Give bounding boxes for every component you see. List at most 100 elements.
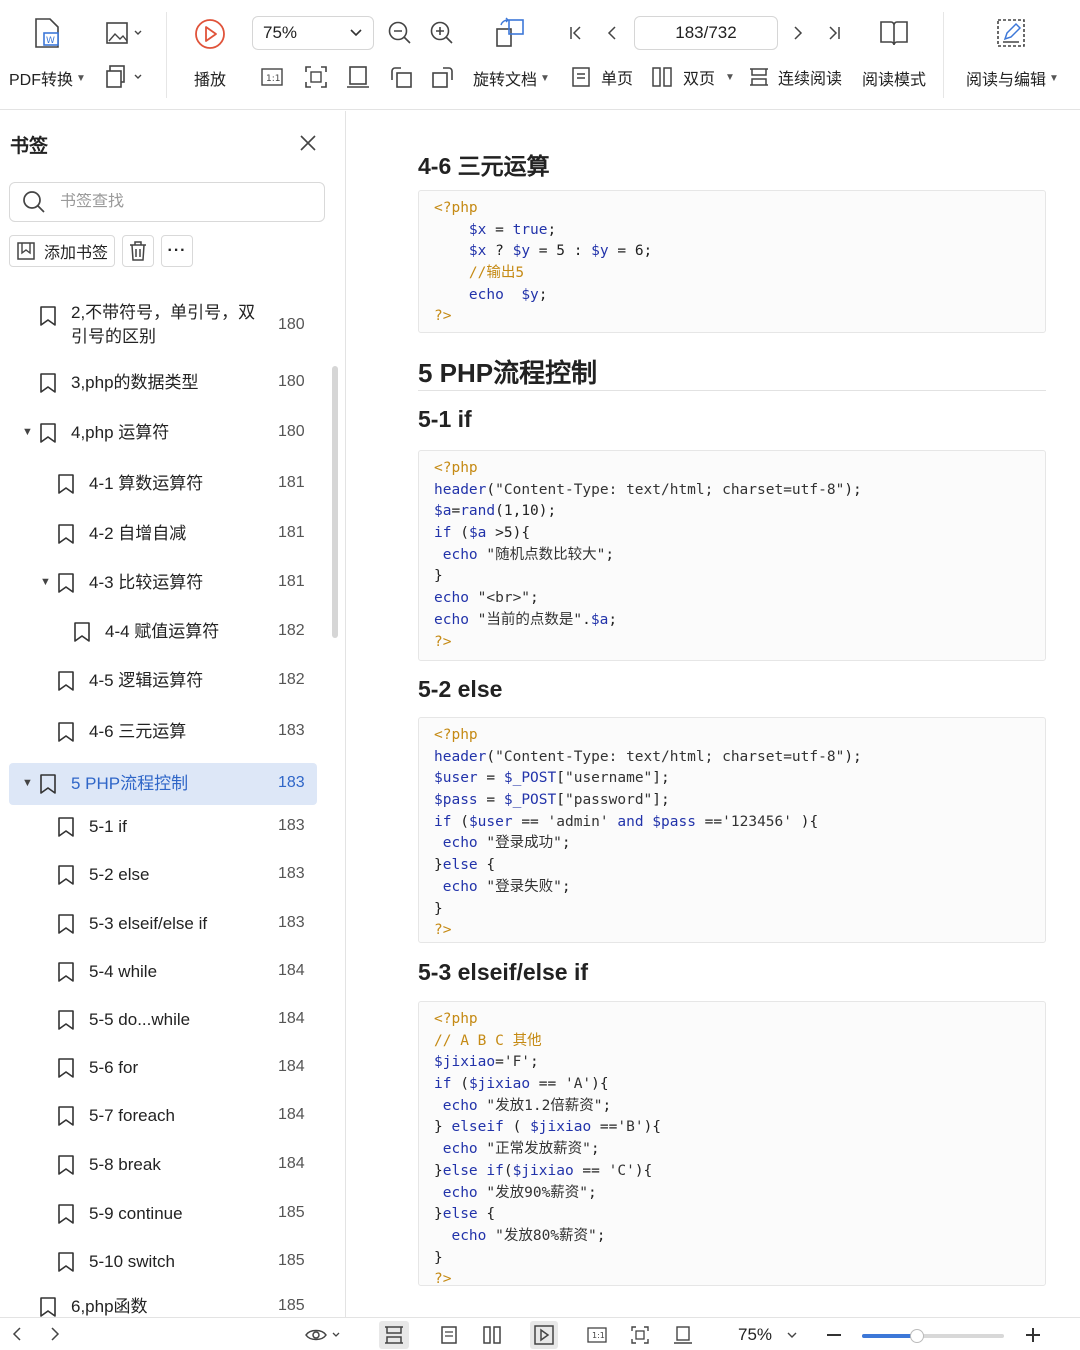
extract-pages-icon[interactable]: [102, 62, 146, 92]
code-line: echo "随机点数比较大";: [442, 546, 615, 563]
code-line: }: [434, 1249, 443, 1266]
rotate-left-icon[interactable]: [387, 63, 415, 91]
actual-size-icon[interactable]: 1:1: [586, 1325, 608, 1345]
eye-icon[interactable]: [304, 1325, 344, 1345]
bookmark-icon: [58, 865, 74, 885]
bookmark-item[interactable]: 4-2 自增自减 181: [0, 514, 330, 554]
toolbar: W PDF转换 ▼ 播放 75% 1:1 旋转文档 ▼ 183/732 单页 双…: [0, 0, 1080, 110]
code-line: header("Content-Type: text/html; charset…: [434, 748, 862, 765]
expand-arrow-icon[interactable]: ▼: [22, 426, 33, 438]
more-icon: ···: [167, 242, 187, 259]
rotate-right-icon[interactable]: [429, 63, 457, 91]
code-line: ?>: [434, 633, 452, 650]
code-line: ?>: [434, 308, 452, 325]
rotate-document-menu[interactable]: 旋转文档 ▼: [473, 66, 550, 90]
code-line: $pass = $_POST["password"];: [434, 792, 670, 809]
bookmark-label: 5-2 else: [89, 865, 150, 884]
more-options-button[interactable]: ···: [161, 235, 193, 267]
first-page-icon[interactable]: [565, 22, 587, 44]
zoom-slider[interactable]: [862, 1329, 1004, 1343]
play-icon[interactable]: [530, 1321, 558, 1349]
single-page-button[interactable]: 单页: [571, 65, 633, 89]
zoom-out-icon[interactable]: [824, 1325, 844, 1345]
bookmark-label: 4-2 自增自减: [89, 524, 187, 543]
previous-page-icon[interactable]: [601, 22, 623, 44]
bookmark-item[interactable]: ▼ 5 PHP流程控制 183: [9, 763, 317, 805]
bookmark-item[interactable]: 5-8 break 184: [0, 1145, 330, 1185]
continuous-reading-button[interactable]: 连续阅读: [748, 65, 842, 89]
actual-size-icon[interactable]: 1:1: [259, 64, 285, 90]
code-block: <?php // A B C 其他 $jixiao='F'; if ($jixiao …: [418, 1001, 1046, 1287]
reading-mode-button[interactable]: 阅读模式: [862, 66, 926, 90]
expand-arrow-icon[interactable]: ▼: [22, 777, 33, 789]
delete-bookmark-button[interactable]: [122, 235, 154, 267]
heading-divider: [418, 390, 1046, 391]
bookmark-page-number: 183: [278, 817, 305, 834]
bookmark-item[interactable]: 4-5 逻辑运算符 182: [0, 661, 330, 701]
play-button[interactable]: 播放: [194, 66, 226, 90]
bookmark-item[interactable]: 4-4 赋值运算符 182: [0, 612, 330, 652]
bookmark-item[interactable]: 5-1 if 183: [0, 807, 330, 847]
code-line: echo "登录成功";: [442, 835, 571, 852]
zoom-in-icon[interactable]: [428, 19, 456, 47]
document-view[interactable]: 4-6 三元运算 <?php $x = true; $x ? $y = 5 : …: [347, 111, 1080, 1317]
double-page-button[interactable]: 双页 ▼: [651, 65, 735, 89]
bookmark-item[interactable]: 4-6 三元运算 183: [0, 712, 330, 752]
bookmark-item[interactable]: ▼ 4-3 比较运算符 181: [0, 563, 330, 603]
next-page-icon[interactable]: [787, 22, 809, 44]
code-line: echo "登录失败";: [442, 878, 571, 895]
bookmark-scrollbar[interactable]: [332, 366, 338, 638]
bookmark-item[interactable]: 5-10 switch 185: [0, 1242, 330, 1282]
zoom-select[interactable]: 75%: [252, 16, 374, 50]
bookmark-item[interactable]: 4-1 算数运算符 181: [0, 464, 330, 504]
add-bookmark-button[interactable]: 添加书签: [9, 235, 115, 267]
bookmark-item[interactable]: 6,php函数 185: [0, 1287, 330, 1317]
trash-icon: [130, 241, 146, 261]
bookmark-item[interactable]: 5-7 foreach 184: [0, 1096, 330, 1136]
play-icon[interactable]: [193, 17, 227, 51]
bookmark-item[interactable]: 5-9 continue 185: [0, 1194, 330, 1234]
fit-width-icon[interactable]: [344, 63, 372, 91]
code-line: $x = true;: [468, 221, 557, 238]
insert-image-icon[interactable]: [102, 18, 146, 48]
chevron-right-icon[interactable]: [46, 1325, 64, 1343]
code-line: header("Content-Type: text/html; charset…: [434, 481, 862, 498]
bookmark-item[interactable]: 2,不带符号，单引号，双 引号的区别 180: [0, 299, 330, 357]
bookmark-search-input[interactable]: [60, 193, 300, 211]
code-line: $a=rand(1,10);: [434, 503, 557, 520]
expand-arrow-icon[interactable]: ▼: [40, 576, 51, 588]
bookmark-item[interactable]: 5-2 else 183: [0, 855, 330, 895]
fit-page-icon[interactable]: [629, 1325, 651, 1345]
last-page-icon[interactable]: [823, 22, 845, 44]
bookmark-item[interactable]: ▼ 4,php 运算符 180: [0, 413, 330, 453]
bookmark-item[interactable]: 3,php的数据类型 180: [0, 363, 330, 403]
code-line: $user = $_POST["username"];: [434, 770, 670, 787]
bookmark-label: 5-5 do...while: [89, 1010, 191, 1029]
zoom-out-icon[interactable]: [386, 19, 414, 47]
continuous-view-icon[interactable]: [379, 1321, 409, 1349]
single-page-icon[interactable]: [438, 1325, 460, 1345]
double-page-icon[interactable]: [481, 1325, 503, 1345]
chevron-left-icon[interactable]: [8, 1325, 26, 1343]
code-line: }: [434, 900, 443, 917]
bookmark-item[interactable]: 5-3 elseif/else if 183: [0, 904, 330, 944]
bookmark-icon: [58, 573, 74, 593]
bookmark-item[interactable]: 5-6 for 184: [0, 1048, 330, 1088]
pdf-convert-menu[interactable]: PDF转换 ▼: [9, 66, 86, 90]
read-and-edit-menu[interactable]: 阅读与编辑 ▼: [966, 66, 1059, 90]
zoom-slider-handle[interactable]: [910, 1329, 925, 1343]
pdf-to-word-icon[interactable]: W: [30, 16, 64, 50]
bookmark-item[interactable]: 5-4 while 184: [0, 952, 330, 992]
zoom-select[interactable]: 75%: [738, 1325, 798, 1345]
edit-icon[interactable]: [993, 16, 1029, 50]
bookmark-search[interactable]: [9, 182, 325, 222]
fit-page-icon[interactable]: [302, 63, 330, 91]
bookmark-item[interactable]: 5-5 do...while 184: [0, 1000, 330, 1040]
fit-width-icon[interactable]: [672, 1325, 694, 1345]
zoom-in-icon[interactable]: [1023, 1325, 1043, 1345]
close-icon[interactable]: [296, 131, 320, 155]
rotate-document-icon[interactable]: [492, 16, 528, 50]
bookmark-icon: [58, 962, 74, 982]
page-number-input[interactable]: 183/732: [634, 16, 778, 50]
reading-mode-icon[interactable]: [876, 16, 912, 50]
